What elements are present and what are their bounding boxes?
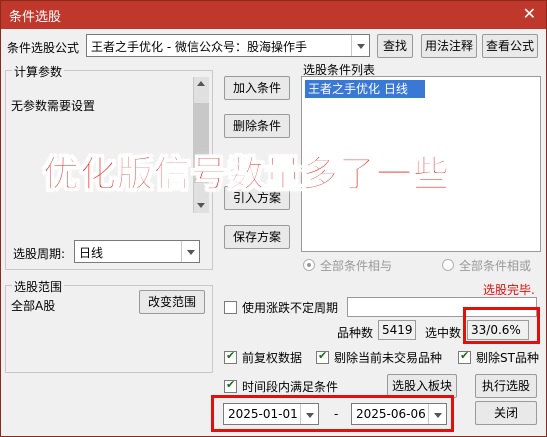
change-scope-button[interactable]: 改变范围 bbox=[139, 290, 205, 314]
prev-adjust-label: 前复权数据 bbox=[242, 351, 303, 365]
radio-all-and-label: 全部条件相与 bbox=[320, 259, 393, 273]
scroll-down-icon[interactable] bbox=[197, 203, 205, 208]
delete-condition-button[interactable]: 删除条件 bbox=[224, 114, 290, 138]
prev-adjust-checkbox[interactable] bbox=[224, 349, 237, 364]
variable-period-label: 使用涨跌不定周期 bbox=[242, 301, 339, 315]
stock-screener-window: 条件选股 ✕ 条件选股公式 王者之手优化 - 微信公众号：股海操作手 查找 用法… bbox=[0, 0, 547, 437]
selected-count-highlight bbox=[463, 307, 540, 344]
usage-notes-button[interactable]: 用法注释 bbox=[421, 34, 477, 58]
formula-label: 条件选股公式 bbox=[7, 41, 80, 55]
status-text: 选股完毕. bbox=[483, 283, 535, 297]
count-value: 5419 bbox=[378, 320, 416, 340]
condition-list-item[interactable]: 王者之手优化 日线 bbox=[305, 80, 425, 98]
period-select[interactable]: 日线 bbox=[74, 240, 200, 263]
exclude-st-label: 剔除ST品种 bbox=[476, 351, 539, 365]
scroll-up-icon[interactable] bbox=[197, 81, 205, 86]
title-bar: 条件选股 ✕ bbox=[1, 1, 546, 29]
exclude-untraded-label: 剔除当前未交易品种 bbox=[334, 351, 443, 365]
run-screening-button[interactable]: 执行选股 bbox=[475, 374, 537, 398]
exclude-st-checkbox[interactable] bbox=[458, 349, 471, 364]
period-select-value: 日线 bbox=[79, 246, 104, 260]
chevron-down-icon[interactable] bbox=[351, 35, 369, 56]
view-formula-button[interactable]: 查看公式 bbox=[482, 34, 538, 58]
add-condition-button[interactable]: 加入条件 bbox=[224, 76, 290, 100]
radio-all-and[interactable] bbox=[303, 259, 315, 271]
formula-select-value: 王者之手优化 - 微信公众号：股海操作手 bbox=[91, 40, 307, 54]
params-text: 无参数需要设置 bbox=[11, 99, 96, 113]
close-icon[interactable]: ✕ bbox=[523, 4, 536, 23]
radio-all-or-label: 全部条件相或 bbox=[459, 259, 532, 273]
time-range-label: 时间段内满足条件 bbox=[242, 380, 339, 394]
chevron-down-icon[interactable] bbox=[181, 241, 199, 262]
exclude-untraded-checkbox[interactable] bbox=[316, 349, 329, 364]
find-button[interactable]: 查找 bbox=[377, 34, 413, 58]
time-range-checkbox[interactable] bbox=[224, 378, 237, 393]
count-label: 品种数 bbox=[337, 326, 374, 340]
selected-label: 选中数 bbox=[425, 326, 462, 340]
period-label: 选股周期: bbox=[13, 247, 66, 261]
date-range-highlight bbox=[211, 395, 454, 432]
scope-value: 全部A股 bbox=[11, 299, 56, 313]
save-scheme-button[interactable]: 保存方案 bbox=[224, 225, 290, 249]
variable-period-checkbox[interactable] bbox=[224, 301, 237, 314]
close-button[interactable]: 关闭 bbox=[475, 401, 537, 425]
window-title: 条件选股 bbox=[9, 10, 62, 25]
formula-select[interactable]: 王者之手优化 - 微信公众号：股海操作手 bbox=[86, 34, 370, 57]
overlay-caption: 优化版信号数量多了一些 bbox=[42, 154, 451, 196]
scope-group-title: 选股范围 bbox=[12, 278, 65, 295]
params-group-title: 计算参数 bbox=[12, 63, 65, 80]
radio-all-or[interactable] bbox=[442, 259, 454, 271]
